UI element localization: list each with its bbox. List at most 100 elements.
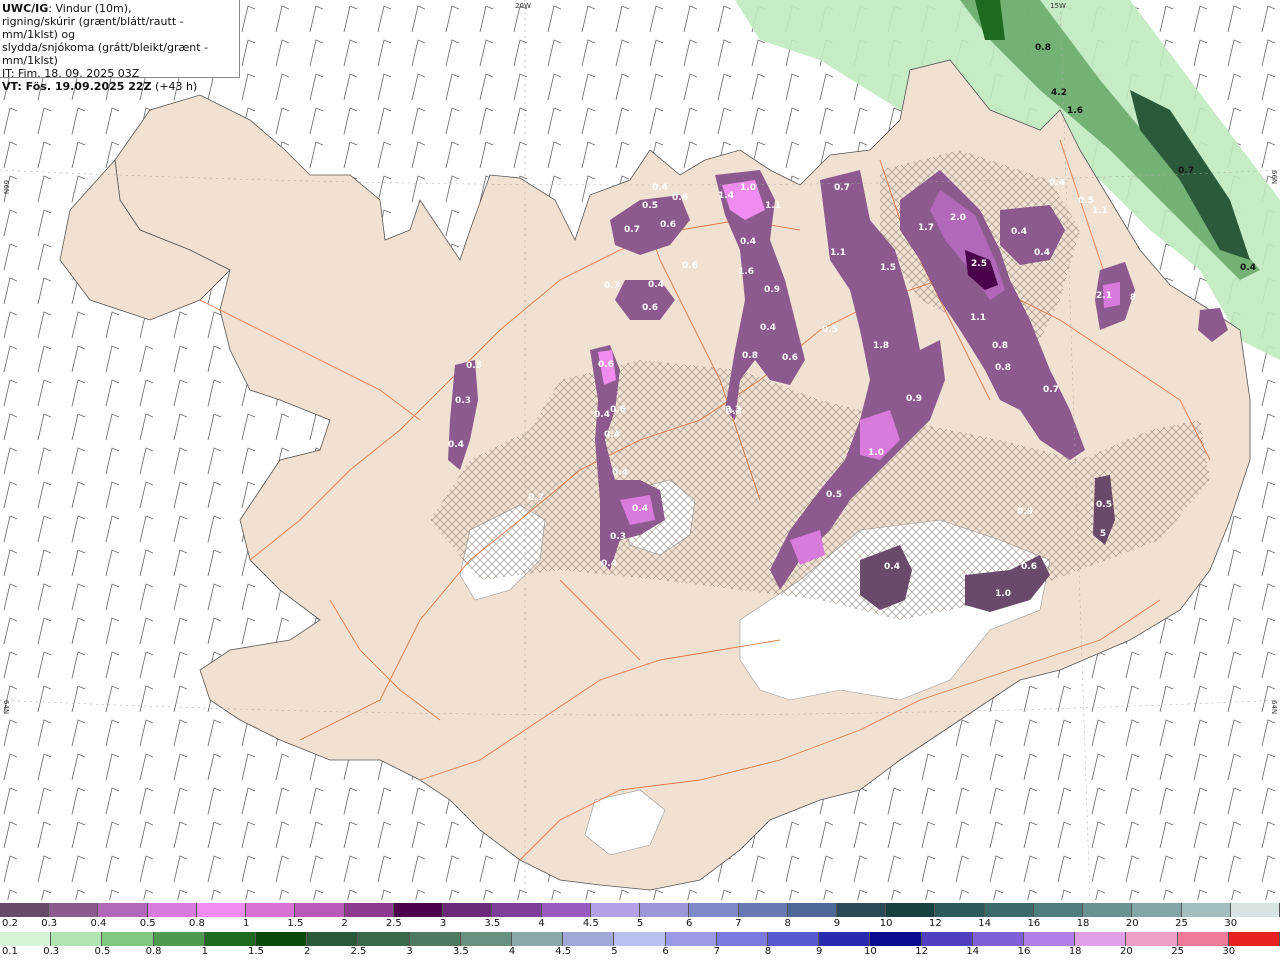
- legend-snow-swatch: [689, 903, 739, 917]
- forecast-map: 20W 15W 66N 66N 64N 64N 0.4 0.5 0.6 0.7 0.6 0…: [0, 0, 1280, 901]
- legend-rain-label: 3: [406, 946, 413, 957]
- legend-snow-label: 6: [686, 918, 693, 929]
- precip-value-label: 1.0: [740, 183, 756, 193]
- legend-snow-label: 2: [341, 918, 348, 929]
- legend-snow-swatch: [1230, 903, 1280, 917]
- precip-value-label: 1.6: [738, 267, 754, 277]
- legend-rain-label: 14: [966, 946, 980, 957]
- precip-value-label: 0.6: [598, 360, 614, 370]
- precip-value-label: 0.3: [455, 396, 471, 406]
- legend-snow-label: 14: [978, 918, 991, 929]
- valid-time: VT: Fös. 19.09.2025 22Z: [2, 80, 152, 93]
- legend-rain-label: 0.3: [43, 946, 60, 957]
- legend-rain-swatch: [1126, 932, 1178, 946]
- legend-snow-label: 8: [784, 918, 791, 929]
- legend-snow-swatch: [344, 903, 394, 917]
- precip-value-label: 0.4: [652, 183, 668, 193]
- legend-snow-swatch: [246, 903, 296, 917]
- precip-value-label: 0.6: [682, 261, 698, 271]
- lead-time: (+43 h): [155, 80, 198, 93]
- precip-value-label: 0.9: [1017, 507, 1033, 517]
- precip-value-label: 0.3: [604, 281, 620, 291]
- precip-value-label: 0.8: [742, 351, 758, 361]
- legend-snow-label: 0.3: [41, 918, 58, 929]
- legend-rain-label: 3.5: [452, 946, 469, 957]
- legend-snow-swatch: [492, 903, 542, 917]
- precip-value-label: 0.5: [1096, 500, 1112, 510]
- precip-value-label: 0.6: [642, 303, 658, 313]
- legend-snow-label: 12: [929, 918, 942, 929]
- legend-rain-swatch: [409, 932, 461, 946]
- precip-value-label: 0.3: [725, 405, 741, 415]
- legend-snow-label: 3.5: [484, 918, 501, 929]
- legend-rain-swatch: [460, 932, 513, 946]
- legend-rain-swatch: [153, 932, 205, 946]
- legend-rain-label: 16: [1017, 946, 1031, 957]
- legend-rain-swatch: [716, 932, 769, 946]
- legend-rain-swatch: [204, 932, 257, 946]
- header-line2: rigning/skúrir (grænt/blátt/rautt - mm/1…: [2, 15, 184, 41]
- legend-rain-label: 25: [1171, 946, 1184, 957]
- legend-rain-label: 10: [864, 946, 877, 957]
- precip-value-label: 0.5: [642, 201, 658, 211]
- precip-value-label: 0.6: [672, 193, 688, 203]
- legend-rain-label: 1.5: [248, 946, 264, 957]
- legend-rain-labels: 0.1 0.3 0.5 0.8 1 1.5 2 2.5 3 3.5 4 4.5 5 6 7 8 9 10 12 14 1…: [0, 946, 1280, 960]
- legend-rain-swatch: [1075, 932, 1127, 946]
- precip-value-label: 1.6: [1067, 106, 1083, 116]
- legend-rain-swatch: [1177, 932, 1229, 946]
- legend-snow-swatch: [98, 903, 148, 917]
- legend-rain-label: 4: [508, 946, 516, 957]
- precip-value-label: 0.4: [604, 430, 620, 440]
- precip-value-label: 0.4: [1240, 263, 1256, 273]
- legend-snow-swatch: [1083, 903, 1133, 917]
- legend-rain-label: 12: [915, 946, 928, 957]
- precip-value-label: 0.4: [1049, 178, 1065, 188]
- legend-rain-label: 0.5: [94, 946, 111, 957]
- precip-value-label: 0.4: [601, 559, 617, 569]
- precip-value-label: 1.0: [995, 589, 1011, 599]
- precip-value-label: 2.5: [971, 259, 987, 269]
- legend-snow-label: 1.5: [287, 918, 304, 929]
- model-name: UWC/IG: [2, 2, 49, 15]
- legend-snow-swatch: [443, 903, 493, 917]
- legend-snow-label: 18: [1076, 918, 1090, 929]
- legend-rain-swatch: [665, 932, 717, 946]
- precip-value-label: 0.4: [648, 280, 664, 290]
- precip-value-label: 0.8: [1035, 43, 1051, 53]
- precip-value-label: 0.8: [992, 341, 1008, 351]
- precip-value-label: 0.3: [610, 532, 626, 542]
- legend-snow-swatch: [738, 903, 788, 917]
- legend-rain-label: 0.1: [2, 946, 18, 957]
- legend-snow-label: 4: [538, 918, 545, 929]
- legend-snow-label: 0.5: [139, 918, 156, 929]
- legend-snow-swatch: [147, 903, 197, 917]
- precip-value-label: 0.6: [1021, 562, 1037, 572]
- legend-rain-label: 6: [662, 946, 669, 957]
- legend-rain-swatch: [972, 932, 1025, 946]
- legend-snow-labels: 0.2 0.3 0.4 0.5 0.8 1 1.5 2 2.5 3 3.5 4 4.5 5 6 7 8 9 10 12…: [0, 918, 1280, 932]
- legend-snow-label: 9: [833, 918, 841, 929]
- precip-value-label: 1.1: [1092, 206, 1108, 216]
- precip-value-label: 1.1: [830, 248, 846, 258]
- legend-snow-swatch: [787, 903, 837, 917]
- legend-snow-swatch: [640, 903, 690, 917]
- legend-snow-swatch: [836, 903, 887, 917]
- legend-rain-label: 2: [304, 946, 311, 957]
- legend-rain-swatch: [921, 932, 973, 946]
- precip-value-label: 0.5: [822, 325, 838, 335]
- precip-value-label: 0.4: [1034, 248, 1050, 258]
- legend-snow-swatch: [49, 903, 99, 917]
- precip-value-label: 1.8: [873, 341, 889, 351]
- precip-value-label: 0.4: [760, 323, 776, 333]
- precip-value-label: 0.4: [612, 468, 628, 478]
- lon-label-20w: 20W: [515, 2, 531, 10]
- header-line1: : Vindur (10m),: [48, 2, 132, 15]
- legend-rain-swatch: [563, 932, 615, 946]
- legend-snow-swatch: [1181, 903, 1231, 917]
- map-header: UWC/IG: Vindur (10m), rigning/skúrir (gr…: [0, 0, 240, 93]
- precip-value-label: 0.7: [624, 225, 640, 235]
- precip-value-label: 4.2: [1051, 88, 1067, 98]
- legend-snow-swatch: [984, 903, 1034, 917]
- legend-snow-label: 16: [1027, 918, 1041, 929]
